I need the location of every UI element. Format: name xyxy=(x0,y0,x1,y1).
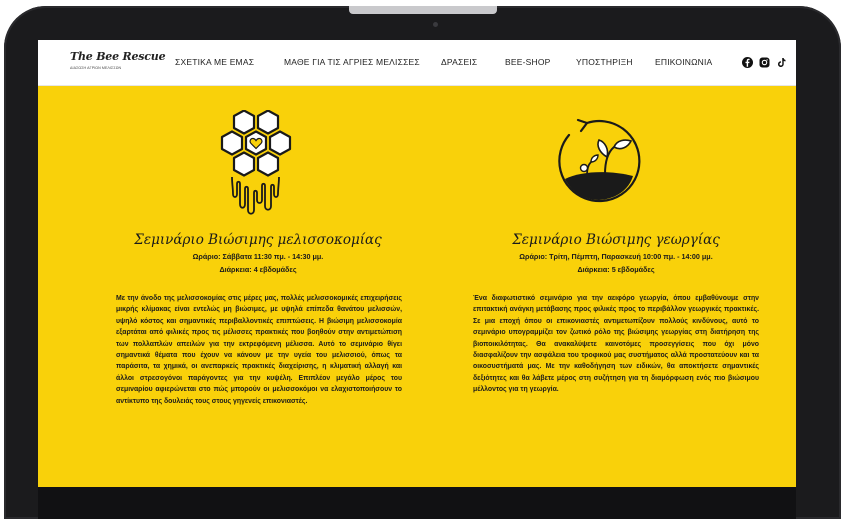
instagram-icon[interactable] xyxy=(759,55,770,68)
camera-dot xyxy=(433,22,438,27)
card-schedule-agriculture: Ωράριο: Τρίτη, Πέμπτη, Παρασκευή 10:00 π… xyxy=(519,252,713,261)
card-body-agriculture: Ένα διαφωτιστικό σεμινάριο για την αειφό… xyxy=(473,295,759,394)
card-title-beekeeping: Σεμινάριο Βιώσιμης μελισσοκομίας xyxy=(134,232,382,248)
monitor-top-tab xyxy=(349,6,497,14)
social-links xyxy=(38,55,796,69)
card-title-agriculture: Σεμινάριο Βιώσιμης γεωργίας xyxy=(512,232,720,248)
facebook-icon[interactable] xyxy=(742,55,753,68)
card-duration-beekeeping: Διάρκεια: 4 εβδομάδες xyxy=(219,265,297,274)
sprouting-plant-cycle-icon xyxy=(551,113,647,209)
top-navigation: The Bee Rescue ΔΙΑΣΩΣΗ ΑΓΡΙΩΝ ΜΕΛΙΣΣΩΝ Σ… xyxy=(38,40,796,86)
monitor-bottom-bezel xyxy=(38,487,796,519)
website-viewport: The Bee Rescue ΔΙΑΣΩΣΗ ΑΓΡΙΩΝ ΜΕΛΙΣΣΩΝ Σ… xyxy=(38,40,796,487)
honeycomb-heart-icon xyxy=(211,109,301,218)
card-duration-agriculture: Διάρκεια: 5 εβδομάδες xyxy=(577,265,655,274)
tiktok-icon[interactable] xyxy=(776,55,787,67)
card-schedule-beekeeping: Ωράριο: Σάββατα 11:30 πμ. - 14:30 μμ. xyxy=(192,252,324,261)
card-body-beekeeping: Με την άνοδο της μελισσοκομίας στις μέρε… xyxy=(116,295,402,405)
